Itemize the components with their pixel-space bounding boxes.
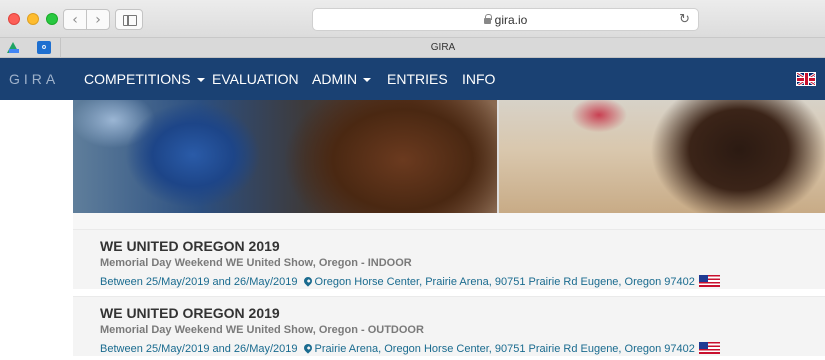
- nav-info-label: INFO: [462, 71, 496, 87]
- us-flag-icon: [698, 275, 720, 287]
- nav-entries-label: ENTRIES: [387, 71, 448, 87]
- banner-photo-rider: [73, 100, 497, 213]
- history-nav: ‹ ›: [63, 9, 110, 30]
- nav-info[interactable]: INFO: [462, 71, 495, 87]
- competition-subtitle: Memorial Day Weekend WE United Show, Ore…: [100, 257, 412, 269]
- url-text: gira.io: [494, 12, 528, 27]
- nav-admin-label: ADMIN: [312, 71, 358, 87]
- address-bar[interactable]: gira.io ↻: [312, 8, 699, 31]
- nav-admin[interactable]: ADMIN: [312, 71, 372, 87]
- browser-toolbar: ‹ › gira.io ↻: [0, 0, 825, 38]
- competition-title[interactable]: WE UNITED OREGON 2019: [100, 238, 280, 254]
- map-marker-icon: [301, 342, 314, 354]
- back-button[interactable]: ‹: [64, 10, 87, 29]
- forward-button[interactable]: ›: [87, 10, 109, 29]
- lock-icon: [483, 13, 492, 24]
- chevron-down-icon: [196, 78, 205, 82]
- outlook-icon[interactable]: o: [37, 41, 51, 54]
- google-drive-icon[interactable]: [6, 41, 20, 54]
- banner-divider: [73, 213, 825, 229]
- minimize-window-button[interactable]: [27, 13, 39, 25]
- nav-evaluation[interactable]: EVALUATION: [212, 71, 299, 87]
- reload-icon[interactable]: ↻: [679, 12, 690, 27]
- map-marker-icon: [301, 275, 314, 287]
- competition-location[interactable]: Prairie Arena, Oregon Horse Center, 9075…: [315, 343, 695, 355]
- competition-title[interactable]: WE UNITED OREGON 2019: [100, 305, 280, 321]
- hero-banner-image: [73, 100, 825, 213]
- banner-photo-horse: [499, 100, 825, 213]
- close-window-button[interactable]: [8, 13, 20, 25]
- competition-location[interactable]: Oregon Horse Center, Prairie Arena, 9075…: [315, 276, 695, 288]
- competition-dates: Between 25/May/2019 and 26/May/2019: [100, 343, 298, 355]
- nav-competitions-label: COMPETITIONS: [84, 71, 191, 87]
- uk-flag-icon[interactable]: [796, 72, 816, 86]
- competition-dates: Between 25/May/2019 and 26/May/2019: [100, 276, 298, 288]
- competition-details: Between 25/May/2019 and 26/May/2019 Prair…: [100, 340, 720, 355]
- tab-bar: o GIRA: [0, 38, 825, 58]
- brand-logo[interactable]: GIRA: [9, 71, 59, 87]
- competition-item[interactable]: WE UNITED OREGON 2019 Memorial Day Weeke…: [73, 229, 825, 289]
- us-flag-icon: [698, 342, 720, 354]
- nav-evaluation-label: EVALUATION: [212, 71, 299, 87]
- active-tab[interactable]: GIRA: [61, 38, 825, 58]
- nav-competitions[interactable]: COMPETITIONS: [84, 71, 205, 87]
- competition-item[interactable]: WE UNITED OREGON 2019 Memorial Day Weeke…: [73, 296, 825, 356]
- competition-details: Between 25/May/2019 and 26/May/2019 Orego…: [100, 273, 720, 288]
- site-navbar: GIRA COMPETITIONS EVALUATION ADMIN ENTRI…: [0, 58, 825, 100]
- sidebar-toggle-icon[interactable]: [115, 9, 143, 30]
- competition-subtitle: Memorial Day Weekend WE United Show, Ore…: [100, 324, 424, 336]
- chevron-down-icon: [363, 78, 372, 82]
- fullscreen-window-button[interactable]: [46, 13, 58, 25]
- nav-entries[interactable]: ENTRIES: [387, 71, 448, 87]
